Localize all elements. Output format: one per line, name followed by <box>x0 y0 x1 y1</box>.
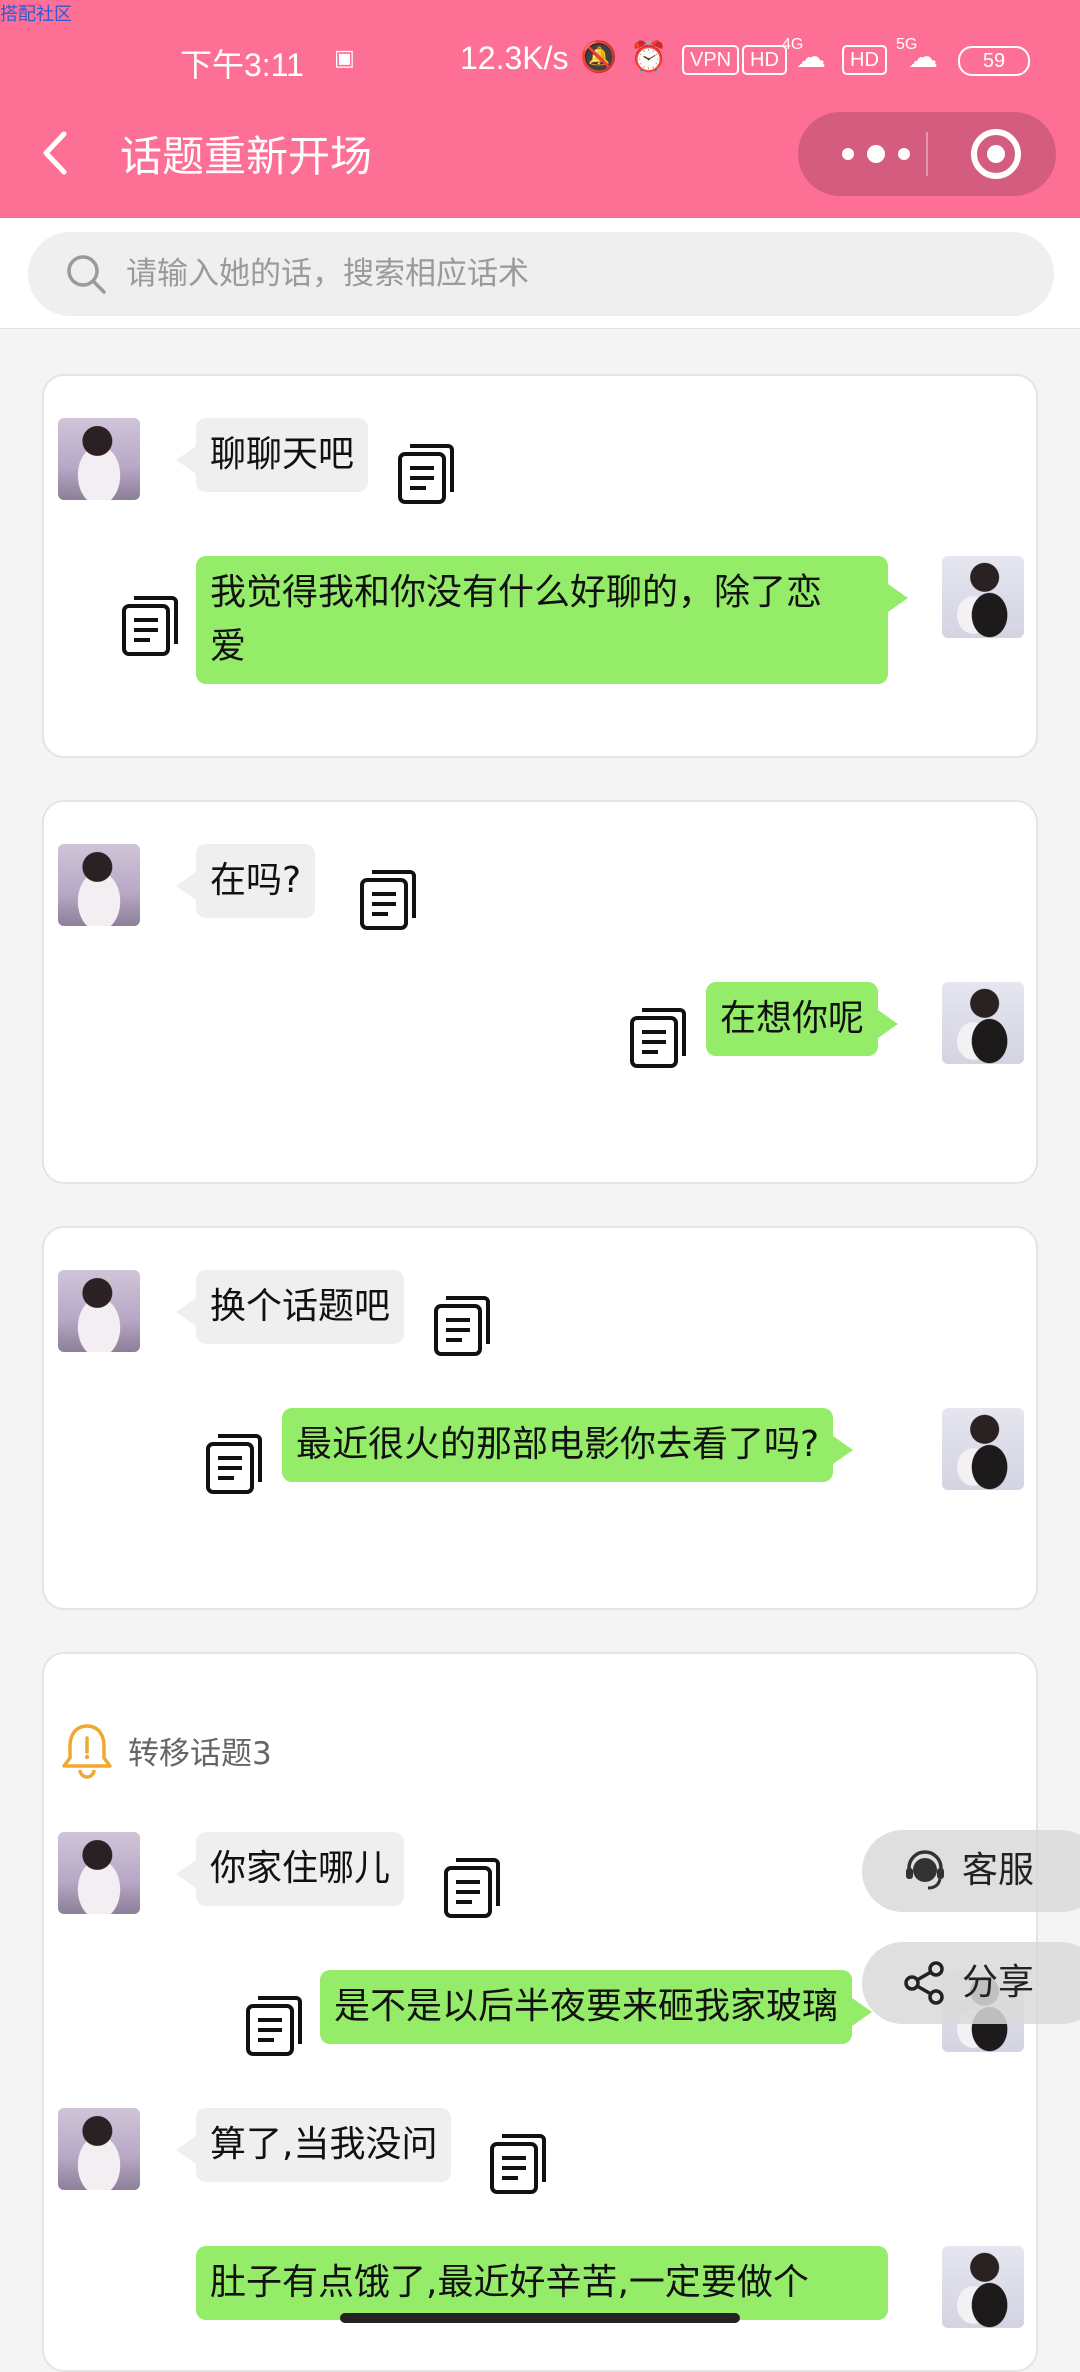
back-button[interactable] <box>38 128 74 178</box>
signal-5g-icon: ☁ <box>908 40 938 75</box>
my-message-line: 我觉得我和你没有什么好聊的，除了恋 <box>210 572 823 613</box>
my-avatar <box>942 556 1024 638</box>
her-message-bubble: 聊聊天吧 <box>175 418 369 492</box>
copy-icon[interactable] <box>488 2132 548 2196</box>
my-message-line: 爱 <box>210 626 247 667</box>
share-label: 分享 <box>962 1962 1035 2003</box>
headset-icon <box>906 1850 944 1890</box>
her-avatar <box>58 844 140 926</box>
copy-icon[interactable] <box>442 1856 502 1920</box>
her-message-text: 你家住哪儿 <box>210 1848 391 1889</box>
close-miniprogram-button[interactable] <box>958 112 1034 196</box>
network-speed: 12.3K/s <box>460 40 569 76</box>
my-message-bubble: 在想你呢 <box>706 982 899 1056</box>
battery-icon: 59 <box>958 46 1030 76</box>
hd-icon-2: HD <box>842 45 887 75</box>
her-message-text: 算了,当我没问 <box>210 2124 438 2165</box>
her-message-text: 聊聊天吧 <box>210 434 355 475</box>
my-message-text: 是不是以后半夜要来砸我家玻璃 <box>334 1986 839 2027</box>
copy-icon[interactable] <box>204 1432 264 1496</box>
bell-icon <box>62 1724 112 1779</box>
copy-icon[interactable] <box>432 1294 492 1358</box>
her-message-bubble: 在吗? <box>175 844 316 918</box>
copy-icon[interactable] <box>120 594 180 658</box>
my-message-text: 在想你呢 <box>720 998 865 1039</box>
dialogue-card: 聊聊天吧 我觉得我和你没有什么好聊的，除了恋 爱 <box>42 374 1038 758</box>
copy-icon[interactable] <box>358 868 418 932</box>
search-placeholder: 请输入她的话，搜索相应话术 <box>126 256 529 292</box>
home-indicator[interactable] <box>340 2313 740 2323</box>
share-icon <box>904 1961 944 2005</box>
search-icon <box>67 255 106 294</box>
topic-label: 转移话题3 <box>128 1736 272 1772</box>
copy-icon[interactable] <box>244 1994 304 2058</box>
more-button[interactable] <box>828 112 924 196</box>
capsule-divider <box>926 132 928 176</box>
search-input[interactable]: 请输入她的话，搜索相应话术 <box>28 232 1054 316</box>
my-avatar <box>942 2246 1024 2328</box>
her-avatar <box>58 418 140 500</box>
copy-icon[interactable] <box>628 1006 688 1070</box>
search-area: 请输入她的话，搜索相应话术 <box>0 218 1080 329</box>
her-avatar <box>58 1270 140 1352</box>
status-time: 下午3:11 <box>180 47 304 83</box>
my-avatar <box>942 1408 1024 1490</box>
customer-service-label: 客服 <box>962 1850 1035 1891</box>
dialogue-card: 换个话题吧 最近很火的那部电影你去看了吗? <box>42 1226 1038 1610</box>
copy-icon[interactable] <box>396 442 456 506</box>
screen-record-icon: ▣ <box>334 46 355 71</box>
my-message-bubble: 我觉得我和你没有什么好聊的，除了恋 爱 <box>196 556 908 684</box>
more-dots-icon <box>842 145 910 163</box>
mini-program-capsule <box>798 112 1056 196</box>
vpn-icon: VPN <box>682 45 740 75</box>
her-message-text: 在吗? <box>210 860 302 901</box>
top-bar: 搭配社区 下午3:11 ▣ 12.3K/s 🔕 ⏰ VPN HD 4G ☁ HD… <box>0 0 1080 218</box>
status-bar: 下午3:11 ▣ 12.3K/s 🔕 ⏰ VPN HD 4G ☁ HD 5G ☁… <box>0 36 1080 83</box>
signal-4g-icon: ☁ <box>796 40 826 75</box>
her-message-bubble: 你家住哪儿 <box>175 1832 405 1906</box>
my-message-bubble: 最近很火的那部电影你去看了吗? <box>282 1408 854 1482</box>
mute-icon: 🔕 <box>580 40 618 75</box>
my-message-bubble: 肚子有点饿了,最近好辛苦,一定要做个 <box>196 2246 888 2320</box>
hd-icon: HD <box>742 45 787 75</box>
her-avatar <box>58 1832 140 1914</box>
target-icon <box>971 129 1021 179</box>
chevron-left-icon <box>43 131 67 175</box>
her-message-text: 换个话题吧 <box>210 1286 391 1327</box>
her-avatar <box>58 2108 140 2190</box>
my-message-text: 肚子有点饿了,最近好辛苦,一定要做个 <box>210 2262 809 2303</box>
customer-service-button[interactable]: 客服 <box>862 1830 1080 1912</box>
page-title: 话题重新开场 <box>120 132 373 181</box>
my-avatar <box>942 982 1024 1064</box>
my-message-text: 最近很火的那部电影你去看了吗? <box>296 1424 820 1465</box>
share-button[interactable]: 分享 <box>862 1942 1080 2024</box>
her-message-bubble: 算了,当我没问 <box>175 2108 452 2182</box>
her-message-bubble: 换个话题吧 <box>175 1270 405 1344</box>
my-message-bubble: 是不是以后半夜要来砸我家玻璃 <box>320 1970 873 2044</box>
dialogue-card: 在吗? 在想你呢 <box>42 800 1038 1184</box>
watermark: 搭配社区 <box>0 4 72 25</box>
alarm-icon: ⏰ <box>630 40 668 75</box>
